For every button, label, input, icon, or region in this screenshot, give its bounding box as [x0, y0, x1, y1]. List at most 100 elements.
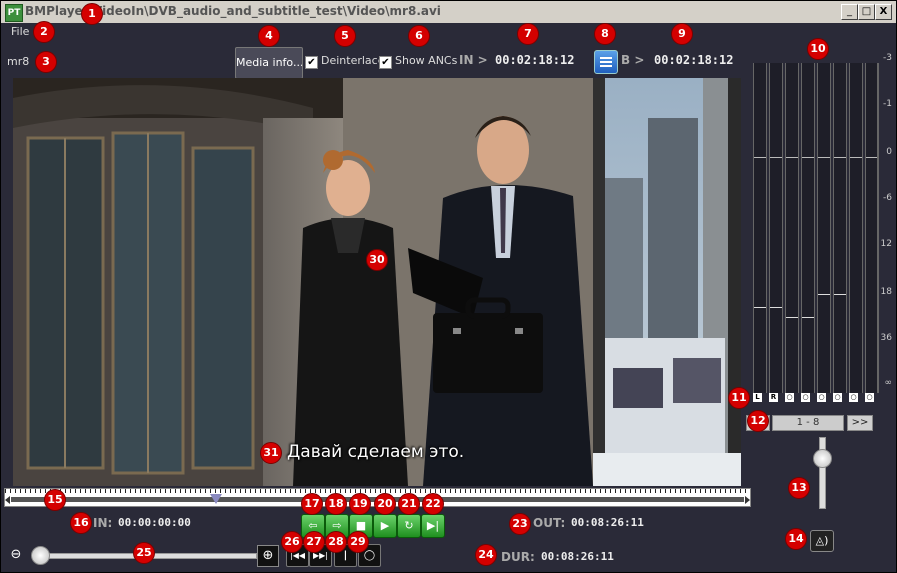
- go-to-end-button[interactable]: ▶|: [421, 514, 445, 538]
- annotation-badge: 9: [671, 23, 693, 45]
- annotation-badge: 23: [509, 513, 531, 535]
- annotation-badge: 8: [594, 23, 616, 45]
- channel-level: [834, 294, 846, 295]
- channel-meter: [769, 63, 783, 393]
- menu-bar: File: [1, 23, 896, 41]
- minimize-button[interactable]: _: [841, 4, 858, 20]
- playhead-marker[interactable]: [210, 494, 222, 504]
- deinterlace-label: Deinterlace: [321, 54, 385, 67]
- channel-tag[interactable]: R: [769, 393, 778, 402]
- channel-tag[interactable]: ○: [849, 393, 858, 402]
- channel-level: [754, 307, 766, 308]
- duration-label: DUR:: [501, 550, 535, 564]
- loop-button[interactable]: ↻: [397, 514, 421, 538]
- show-ancs-label: Show ANCs: [395, 54, 458, 67]
- menu-file[interactable]: File: [11, 25, 29, 38]
- annotation-badge: 2: [33, 21, 55, 43]
- zero-db-line: [754, 157, 766, 158]
- in-marker-timecode: 00:02:18:12: [495, 53, 575, 67]
- b-marker-timecode: 00:02:18:12: [654, 53, 734, 67]
- deinterlace-checkbox[interactable]: ✔: [305, 56, 318, 69]
- subtitle-text: Давай сделаем это.: [287, 442, 465, 462]
- channel-tag[interactable]: L: [753, 393, 762, 402]
- channel-level: [802, 317, 814, 318]
- timeline-right-arrow-icon[interactable]: [745, 496, 750, 504]
- annotation-badge: 25: [133, 542, 155, 564]
- zoom-out-icon[interactable]: ⊖: [7, 546, 25, 564]
- annotation-badge: 14: [785, 528, 807, 550]
- b-marker-label: B >: [621, 53, 645, 67]
- annotation-badge: 22: [422, 493, 444, 515]
- channel-tag[interactable]: ○: [801, 393, 810, 402]
- db-scale-axis: [877, 63, 878, 393]
- app-icon: PT: [5, 4, 23, 22]
- volume-slider-track[interactable]: [819, 437, 826, 509]
- speaker-icon[interactable]: ◬): [810, 530, 834, 552]
- db-tick-label: 18: [880, 287, 892, 297]
- zoom-in-icon[interactable]: ⊕: [257, 545, 279, 567]
- channel-meter: [817, 63, 831, 393]
- annotation-badge: 20: [374, 493, 396, 515]
- channel-tag[interactable]: ○: [865, 393, 874, 402]
- annotation-badge: 31: [260, 442, 282, 464]
- media-info-button[interactable]: Media info...: [235, 47, 303, 79]
- video-scene: [13, 78, 741, 486]
- clip-name: mr8: [7, 55, 30, 68]
- in-marker-label: IN >: [459, 53, 488, 67]
- next-channels-button[interactable]: >>: [847, 415, 873, 431]
- video-frame[interactable]: [13, 78, 741, 486]
- annotation-badge: 4: [258, 25, 280, 47]
- channel-level: [818, 294, 830, 295]
- zero-db-line: [834, 157, 846, 158]
- audio-meter-panel: [749, 59, 879, 404]
- file-path: \VideoIn\DVB_audio_and_subtitle_test\Vid…: [88, 4, 441, 18]
- timeline-ticks: [5, 489, 750, 493]
- annotation-badge: 7: [517, 23, 539, 45]
- maximize-button[interactable]: □: [858, 4, 875, 20]
- annotation-badge: 11: [728, 387, 750, 409]
- out-point-timecode: 00:08:26:11: [571, 516, 644, 529]
- annotation-badge: 6: [408, 25, 430, 47]
- in-point-label: IN:: [93, 516, 113, 530]
- channel-tag[interactable]: ○: [833, 393, 842, 402]
- timeline-left-arrow-icon[interactable]: [5, 496, 10, 504]
- db-tick-label: 36: [880, 333, 892, 343]
- channel-tag[interactable]: ○: [817, 393, 826, 402]
- db-tick-label: -1: [883, 99, 892, 109]
- annotation-badge: 17: [301, 493, 323, 515]
- channel-meter: [849, 63, 863, 393]
- annotation-badge: 26: [281, 531, 303, 553]
- channel-tag[interactable]: ○: [785, 393, 794, 402]
- annotation-badge: 15: [44, 489, 66, 511]
- channel-level: [770, 307, 782, 308]
- annotation-badge: 29: [347, 531, 369, 553]
- bmplayer-window: PT BMPlayer\VideoIn\DVB_audio_and_subtit…: [0, 0, 897, 573]
- close-button[interactable]: X: [875, 4, 892, 20]
- db-tick-label: 12: [880, 239, 892, 249]
- channel-meter: [785, 63, 799, 393]
- annotation-badge: 16: [70, 512, 92, 534]
- zero-db-line: [770, 157, 782, 158]
- in-point-timecode: 00:00:00:00: [118, 516, 191, 529]
- duration-timecode: 00:08:26:11: [541, 550, 614, 563]
- annotation-badge: 1: [81, 3, 103, 25]
- list-icon[interactable]: [594, 50, 618, 74]
- annotation-badge: 13: [788, 477, 810, 499]
- zoom-slider-thumb[interactable]: [31, 546, 50, 565]
- volume-slider-thumb[interactable]: [813, 449, 832, 468]
- zero-db-line: [850, 157, 862, 158]
- annotation-badge: 10: [807, 38, 829, 60]
- zero-db-line: [786, 157, 798, 158]
- app-name: BMPlayer: [25, 4, 89, 18]
- db-tick-label: -6: [883, 193, 892, 203]
- annotation-badge: 30: [366, 249, 388, 271]
- play-button[interactable]: ▶: [373, 514, 397, 538]
- zero-db-line: [818, 157, 830, 158]
- zero-db-line: [802, 157, 814, 158]
- db-tick-label: ∞: [884, 378, 893, 388]
- show-ancs-checkbox[interactable]: ✔: [379, 56, 392, 69]
- channel-level: [786, 317, 798, 318]
- title-bar: PT BMPlayer\VideoIn\DVB_audio_and_subtit…: [1, 1, 896, 24]
- channel-meter: [753, 63, 767, 393]
- annotation-badge: 27: [303, 531, 325, 553]
